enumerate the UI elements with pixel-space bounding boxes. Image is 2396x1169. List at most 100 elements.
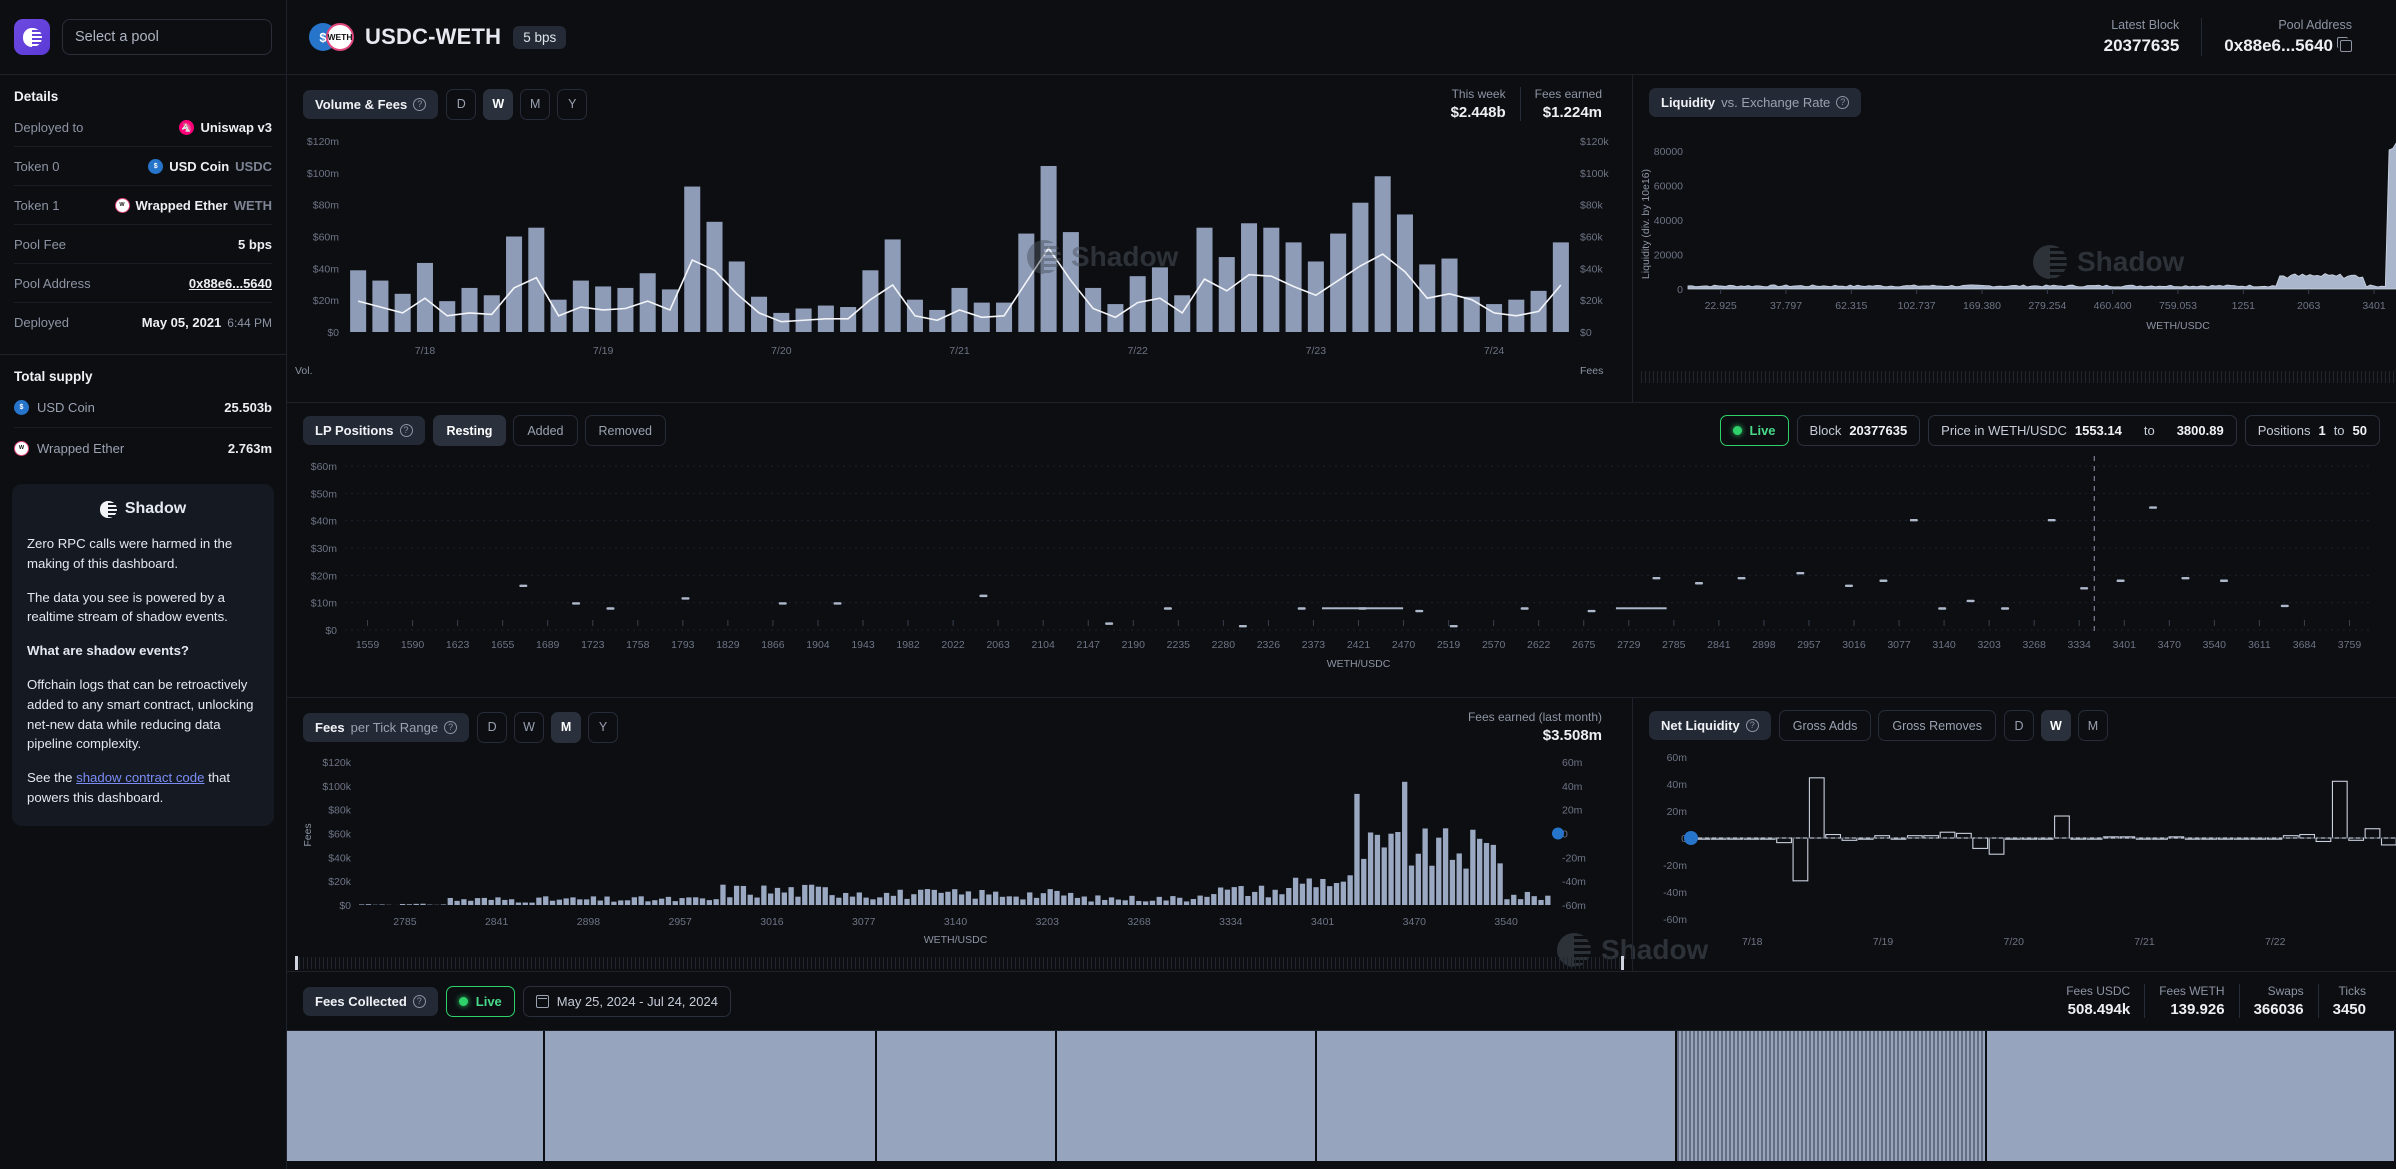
shadow-contract-code-link[interactable]: shadow contract code [76,770,204,785]
svg-text:3334: 3334 [1219,916,1243,928]
latest-block-stat: Latest Block 20377635 [2082,18,2202,56]
svg-text:3203: 3203 [1977,639,2001,651]
fees-earned-month-value: $3.508m [1542,727,1602,744]
lp-positions-range-control[interactable]: Positions 1 to 50 [2244,415,2380,446]
range-d[interactable]: D [2003,710,2034,741]
svg-text:60m: 60m [1562,757,1583,769]
svg-text:1559: 1559 [356,639,380,651]
svg-text:$20k: $20k [1580,295,1604,307]
price-to-value[interactable]: 3800.89 [2177,423,2224,438]
svg-text:7/19: 7/19 [593,345,614,357]
svg-text:80000: 80000 [1654,146,1683,158]
svg-text:7/22: 7/22 [2265,936,2286,948]
range-y[interactable]: Y [557,88,588,120]
fees-collected-timeline-chart[interactable] [287,1031,2396,1161]
help-icon[interactable]: ? [413,97,427,111]
liquidity-title: Liquidity [1661,95,1716,110]
range-m[interactable]: M [551,711,582,743]
svg-text:2326: 2326 [1257,639,1281,651]
svg-text:1251: 1251 [2232,300,2256,312]
price-from-value[interactable]: 1553.14 [2075,423,2122,438]
liquidity-scrollbar[interactable] [1633,369,2396,385]
pool-address-label: Pool Address [2278,18,2352,32]
liquidity-title-chip[interactable]: Liquidity vs. Exchange Rate ? [1649,88,1862,117]
svg-text:$60m: $60m [313,232,340,244]
range-w[interactable]: W [514,711,545,743]
tab-added[interactable]: Added [513,415,578,446]
svg-text:$100k: $100k [1580,168,1609,180]
fee-badge: 5 bps [513,25,567,49]
tab-gross-adds[interactable]: Gross Adds [1778,710,1872,741]
svg-text:$40m: $40m [311,516,338,528]
svg-text:3401: 3401 [2113,639,2137,651]
sidebar: Select a pool Details Deployed to 🦄 Unis… [0,0,287,1169]
lp-live-button[interactable]: Live [1719,415,1789,446]
svg-text:40m: 40m [1562,781,1583,793]
svg-text:2841: 2841 [485,916,509,928]
dashboard-root: Select a pool Details Deployed to 🦄 Unis… [0,0,2396,1169]
range-w[interactable]: W [2040,710,2071,741]
positions-label: Positions [2257,423,2311,438]
ticks-value: 3450 [2332,1001,2366,1018]
svg-text:3470: 3470 [1403,916,1427,928]
svg-text:7/23: 7/23 [1306,345,1327,357]
svg-text:$40k: $40k [328,852,352,864]
live-dot-icon [458,996,468,1006]
fees-scrollbar[interactable] [287,955,1632,971]
range-y[interactable]: Y [588,711,619,743]
net-liquidity-chart[interactable]: -60m-3000-40m-2000-20m-10000020m100040m2… [1633,747,2396,967]
tab-removed[interactable]: Removed [584,415,666,446]
lp-price-range-control[interactable]: Price in WETH/USDC 1553.14 to 3800.89 [1928,415,2237,446]
range-w[interactable]: W [483,88,514,120]
volume-fees-chart[interactable]: $0 $0 $20m $20k $40m $40k $60m $60k $80m $80k $100… [287,127,1632,402]
positions-to-value[interactable]: 50 [2353,423,2367,438]
lp-positions-title-chip[interactable]: LP Positions ? [303,416,425,445]
range-m[interactable]: M [520,88,551,120]
pool-select-input[interactable]: Select a pool [62,19,272,55]
detail-row-pool-fee: Pool Fee 5 bps [14,225,272,264]
positions-from-value[interactable]: 1 [2318,423,2325,438]
lp-block-button[interactable]: Block 20377635 [1796,415,1921,446]
date-range-button[interactable]: May 25, 2024 - Jul 24, 2024 [522,985,731,1017]
shadow-card-question: What are shadow events? [27,643,189,659]
help-icon[interactable]: ? [1836,96,1850,109]
fees-earned-month-stat: Fees earned (last month) $3.508m [1454,710,1616,744]
swaps-stat: Swaps 366036 [2238,984,2318,1018]
fees-collected-title-chip[interactable]: Fees Collected ? [303,986,438,1016]
fees-collected-live-button[interactable]: Live [445,985,515,1017]
latest-block-label: Latest Block [2111,18,2180,32]
help-icon[interactable]: ? [412,994,426,1008]
tab-resting[interactable]: Resting [432,415,507,446]
fees-collected-timeline[interactable] [287,1031,2396,1169]
liquidity-chart[interactable]: 0 20000 40000 60000 80000Liquidity (div. by … [1633,124,2396,369]
supply-row-usdc: $ USD Coin 25.503b [14,388,272,428]
svg-text:1943: 1943 [851,639,875,651]
svg-text:1655: 1655 [491,639,515,651]
net-liquidity-range-selector: D W M [2003,710,2108,741]
svg-text:7/22: 7/22 [1127,345,1148,357]
usdc-icon: $ [148,158,164,174]
svg-text:3540: 3540 [1494,916,1518,928]
lp-positions-chart[interactable]: $0 $10m $20m $30m $40m $50m $60m 1559 1590 1623 16… [287,452,2396,697]
svg-text:7/21: 7/21 [2134,936,2155,948]
svg-text:7/18: 7/18 [415,345,436,357]
live-label: Live [475,993,502,1009]
volume-fees-title-chip[interactable]: Volume & Fees ? [303,89,439,119]
fees-earned-value: $1.224m [1542,104,1602,121]
range-d[interactable]: D [446,88,477,120]
svg-text:2022: 2022 [941,639,965,651]
pool-address-link[interactable]: 0x88e6...5640 [189,276,272,291]
range-m[interactable]: M [2077,710,2108,741]
help-icon[interactable]: ? [1745,719,1759,732]
help-icon[interactable]: ? [399,424,413,437]
svg-text:3140: 3140 [1932,639,1956,651]
net-liquidity-title-chip[interactable]: Net Liquidity ? [1649,711,1771,740]
range-d[interactable]: D [477,711,508,743]
tab-gross-removes[interactable]: Gross Removes [1878,710,1996,741]
fees-per-tick-chart[interactable]: $0 -60m$20k -40m$40k -20m$60k 0$80k 20m$100k 4… [287,750,1632,955]
svg-text:20m: 20m [1667,806,1688,818]
fees-title-chip[interactable]: Fees per Tick Range ? [303,712,470,742]
copy-icon[interactable] [2337,37,2352,52]
svg-text:$50m: $50m [311,488,338,500]
help-icon[interactable]: ? [444,720,458,734]
